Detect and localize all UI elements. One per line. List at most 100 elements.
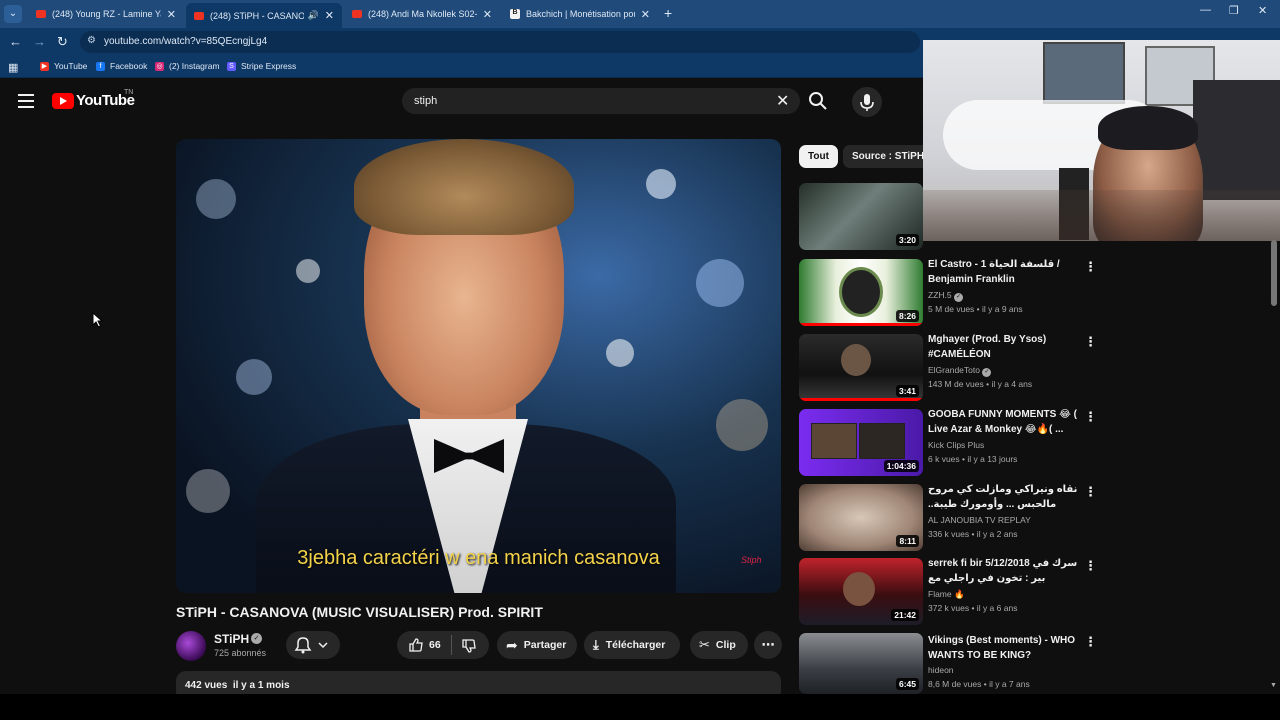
bookmark-facebook[interactable]: f Facebook [96,61,147,71]
search-icon[interactable] [808,91,828,111]
share-button[interactable]: ➦ Partager [497,631,577,659]
stream-screen-right [859,423,905,459]
related-thumbnail[interactable]: 1:04:36 [799,409,923,476]
related-more-icon[interactable]: ⋮ [1084,634,1097,650]
related-title[interactable]: نقاه ونيراكي ومازلت كي مروح مالحبس ... و… [928,482,1078,512]
related-more-icon[interactable]: ⋮ [1084,558,1097,574]
related-channel[interactable]: AL JANOUBIA TV REPLAY [928,515,1031,525]
related-thumbnail[interactable]: 3:20 [799,183,923,250]
clear-search-icon[interactable]: ✕ [776,91,789,111]
dislike-button[interactable] [461,638,477,657]
minimize-window-icon[interactable]: — [1200,4,1211,16]
download-icon: ⤓ [593,637,599,652]
restore-window-icon[interactable]: ❐ [1229,4,1239,17]
wall-poster [1043,42,1125,104]
channel-avatar[interactable] [176,631,206,661]
video-player[interactable]: 3jebha caractéri w ena manich casanova S… [176,139,781,593]
tab-close-icon[interactable]: ✕ [483,8,492,21]
chip-source[interactable]: Source : STiPH [843,145,934,168]
thumbs-up-icon [409,638,423,652]
voice-search-button[interactable] [852,87,882,117]
reload-icon[interactable]: ↻ [57,34,68,50]
download-label: Télécharger [605,639,666,651]
subscriber-count: 725 abonnés [214,648,267,658]
bottom-black-bar [0,694,1280,720]
bookmark-label: Stripe Express [241,61,297,71]
chip-all[interactable]: Tout [799,145,838,168]
related-channel[interactable]: Kick Clips Plus [928,440,984,450]
region-code: TN [124,89,134,96]
search-query-text[interactable]: stiph [414,95,437,107]
related-title[interactable]: El Castro - 1 قلسفة الحياة / Benjamin Fr… [928,257,1078,287]
bookmark-stripe[interactable]: S Stripe Express [227,61,296,71]
related-thumbnail[interactable]: 8:11 [799,484,923,551]
watch-progress-bar [799,398,923,401]
site-info-icon[interactable]: ⚙ [87,35,96,46]
forward-arrow-icon[interactable]: → [33,34,46,49]
browser-tab-3[interactable]: (248) Andi Ma Nkollek S02- Ep ✕ [344,2,500,26]
related-title[interactable]: serrek fi bir 5/12/2018 سرك في بير : تخو… [928,556,1078,586]
close-window-icon[interactable]: ✕ [1258,4,1267,17]
related-meta: 336 k vues • il y a 2 ans [928,529,1018,539]
bookmark-youtube[interactable]: ▶ YouTube [40,61,87,71]
portrait-medallion [839,267,883,317]
share-label: Partager [523,639,567,651]
back-arrow-icon[interactable]: ← [9,34,22,49]
related-more-icon[interactable]: ⋮ [1084,259,1097,275]
tab-title: Bakchich | Monétisation pour le [526,9,635,19]
video-duration: 6:45 [895,678,919,690]
tab-close-icon[interactable]: ✕ [167,8,176,21]
browser-tab-2[interactable]: (248) STiPH - CASANOVA (M 🔊 ✕ [186,3,342,28]
like-divider [451,635,452,655]
related-thumbnail[interactable]: 3:41 [799,334,923,401]
apps-grid-icon[interactable]: ▦ [8,61,18,74]
page-scrollbar-thumb[interactable] [1271,240,1277,306]
scroll-down-arrow-icon[interactable]: ▼ [1270,682,1277,689]
related-title[interactable]: Vikings (Best moments) - WHO WANTS TO BE… [928,633,1078,663]
related-more-icon[interactable]: ⋮ [1084,334,1097,350]
related-channel-name: ZZH.5 [928,290,952,300]
audio-playing-icon[interactable]: 🔊 [308,10,319,21]
download-button[interactable]: ⤓ Télécharger [584,631,680,659]
stripe-icon: S [227,61,236,71]
related-thumbnail[interactable]: 8:26 [799,259,923,326]
video-duration: 1:04:36 [883,460,919,472]
verified-check-icon: ✓ [982,368,992,377]
more-actions-icon[interactable]: ⋯ [754,631,782,659]
related-title[interactable]: GOOBA FUNNY MOMENTS 😂 ( Live Azar & Monk… [928,407,1078,437]
desk-shadow [923,190,1280,241]
youtube-logo-icon[interactable] [52,93,74,109]
youtube-favicon-icon [36,10,46,18]
like-button[interactable] [408,637,424,656]
related-thumbnail[interactable]: 21:42 [799,558,923,625]
url-text[interactable]: youtube.com/watch?v=85QEcngjLg4 [104,36,267,47]
clip-button[interactable]: ✂ Clip [690,631,748,659]
channel-name[interactable]: STiPH [214,632,249,646]
instagram-icon: ◎ [155,61,164,71]
related-channel[interactable]: ElGrandeToto ✓ [928,365,992,377]
tab-close-icon[interactable]: ✕ [641,8,650,21]
verified-check-icon: ✓ [954,293,963,302]
like-count: 66 [429,639,441,651]
bokeh-light [296,259,320,283]
related-thumbnail[interactable]: 6:45 [799,633,923,694]
bakchich-favicon-icon: B [510,9,520,19]
related-more-icon[interactable]: ⋮ [1084,484,1097,500]
related-more-icon[interactable]: ⋮ [1084,409,1097,425]
hamburger-menu-icon[interactable] [18,94,34,108]
notification-bell-button[interactable] [286,631,340,659]
browser-tab-1[interactable]: (248) Young RZ - Lamine Yamal ✕ [28,2,184,26]
related-channel[interactable]: hideon [928,665,954,675]
bookmark-instagram[interactable]: ◎ (2) Instagram [155,61,220,71]
related-title[interactable]: Mghayer (Prod. By Ysos) #CAMÉLÉON [928,332,1078,362]
browser-tab-4[interactable]: B Bakchich | Monétisation pour le ✕ [502,2,658,26]
new-tab-plus-icon[interactable]: + [664,5,672,21]
tab-close-icon[interactable]: ✕ [325,9,334,22]
microphone-icon [860,94,874,111]
tab-title: (248) Young RZ - Lamine Yamal [52,9,161,19]
related-channel[interactable]: Flame 🔥 [928,589,965,600]
related-channel[interactable]: ZZH.5 ✓ [928,290,963,302]
search-input[interactable] [402,88,800,114]
tab-search-chevron-icon[interactable]: ⌄ [4,5,22,23]
gaming-chair [1193,80,1280,200]
